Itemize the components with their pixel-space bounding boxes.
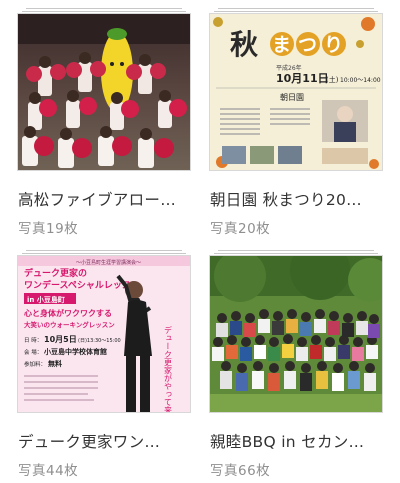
album-stack-edge xyxy=(26,8,182,9)
album-title[interactable]: 親睦BBQ in セカン… xyxy=(210,430,382,452)
album-card[interactable]: 親睦BBQ in セカン… 写真66枚 xyxy=(210,250,382,479)
album-stack-edge xyxy=(26,250,182,251)
poster-copy2: 大笑いのウォーキングレッスン xyxy=(24,320,115,329)
album-stack-edge xyxy=(218,250,374,251)
cheerleaders-photo xyxy=(18,14,190,170)
album-card[interactable]: 高松ファイブアロー… 写真19枚 xyxy=(18,8,190,237)
poster-venue: 朝日園 xyxy=(280,93,304,102)
poster-time: 10:00〜14:00 xyxy=(340,77,381,84)
poster-day: (土) xyxy=(326,75,339,84)
poster-copy1: 心と身体がワクワクする xyxy=(24,308,112,318)
poster-venue: 小豆島中学校体育館 xyxy=(43,347,107,356)
album-thumbnail[interactable] xyxy=(210,256,382,412)
album-stack-edge xyxy=(214,11,378,12)
poster-date: 10月11日 xyxy=(276,72,329,85)
album-stack-edge xyxy=(214,253,378,254)
poster-place: in 小豆島町 xyxy=(27,295,65,304)
poster-year: 平成26年 xyxy=(276,64,302,72)
group-photo xyxy=(210,256,382,412)
album-photo-count: 写真20枚 xyxy=(210,221,271,237)
poster-date: 10月5日 xyxy=(44,335,77,344)
album-stack-edge xyxy=(22,11,186,12)
poster-fee-label: 参加料： xyxy=(24,360,46,368)
poster-venue-label: 会 場： xyxy=(24,348,42,356)
poster-date-time: (日)13:30〜15:00 xyxy=(78,338,121,344)
lesson-poster: 〜小豆島町生涯学習講演会〜 デューク更家の ワンデースペシャルレッスン in 小… xyxy=(18,256,190,412)
album-title[interactable]: デューク更家ワン… xyxy=(18,430,190,452)
album-title[interactable]: 朝日園 秋まつり20… xyxy=(210,188,382,210)
poster-heading-a: 秋 xyxy=(230,28,259,61)
album-stack-edge xyxy=(218,8,374,9)
festival-poster: 秋 まつり 平成26年 10月11日 (土) 10:00〜14:00 朝日園 xyxy=(210,14,382,170)
poster-heading-b: まつり xyxy=(272,34,350,56)
album-thumbnail[interactable]: 秋 まつり 平成26年 10月11日 (土) 10:00〜14:00 朝日園 xyxy=(210,14,382,170)
album-photo-count: 写真44枚 xyxy=(18,463,79,479)
poster-vertical-text: デューク更家がやって来る！ xyxy=(164,325,173,412)
album-photo-count: 写真66枚 xyxy=(210,463,271,479)
album-card[interactable]: 秋 まつり 平成26年 10月11日 (土) 10:00〜14:00 朝日園 朝… xyxy=(210,8,382,237)
poster-line1: デューク更家の xyxy=(24,267,87,279)
album-thumbnail[interactable] xyxy=(18,14,190,170)
album-photo-count: 写真19枚 xyxy=(18,221,79,237)
album-title[interactable]: 高松ファイブアロー… xyxy=(18,188,190,210)
album-stack-edge xyxy=(22,253,186,254)
poster-fee: 無料 xyxy=(48,359,62,368)
poster-date-label: 日 時： xyxy=(24,336,42,344)
album-card[interactable]: 〜小豆島町生涯学習講演会〜 デューク更家の ワンデースペシャルレッスン in 小… xyxy=(18,250,190,479)
album-thumbnail[interactable]: 〜小豆島町生涯学習講演会〜 デューク更家の ワンデースペシャルレッスン in 小… xyxy=(18,256,190,412)
poster-banner: 〜小豆島町生涯学習講演会〜 xyxy=(76,259,141,266)
